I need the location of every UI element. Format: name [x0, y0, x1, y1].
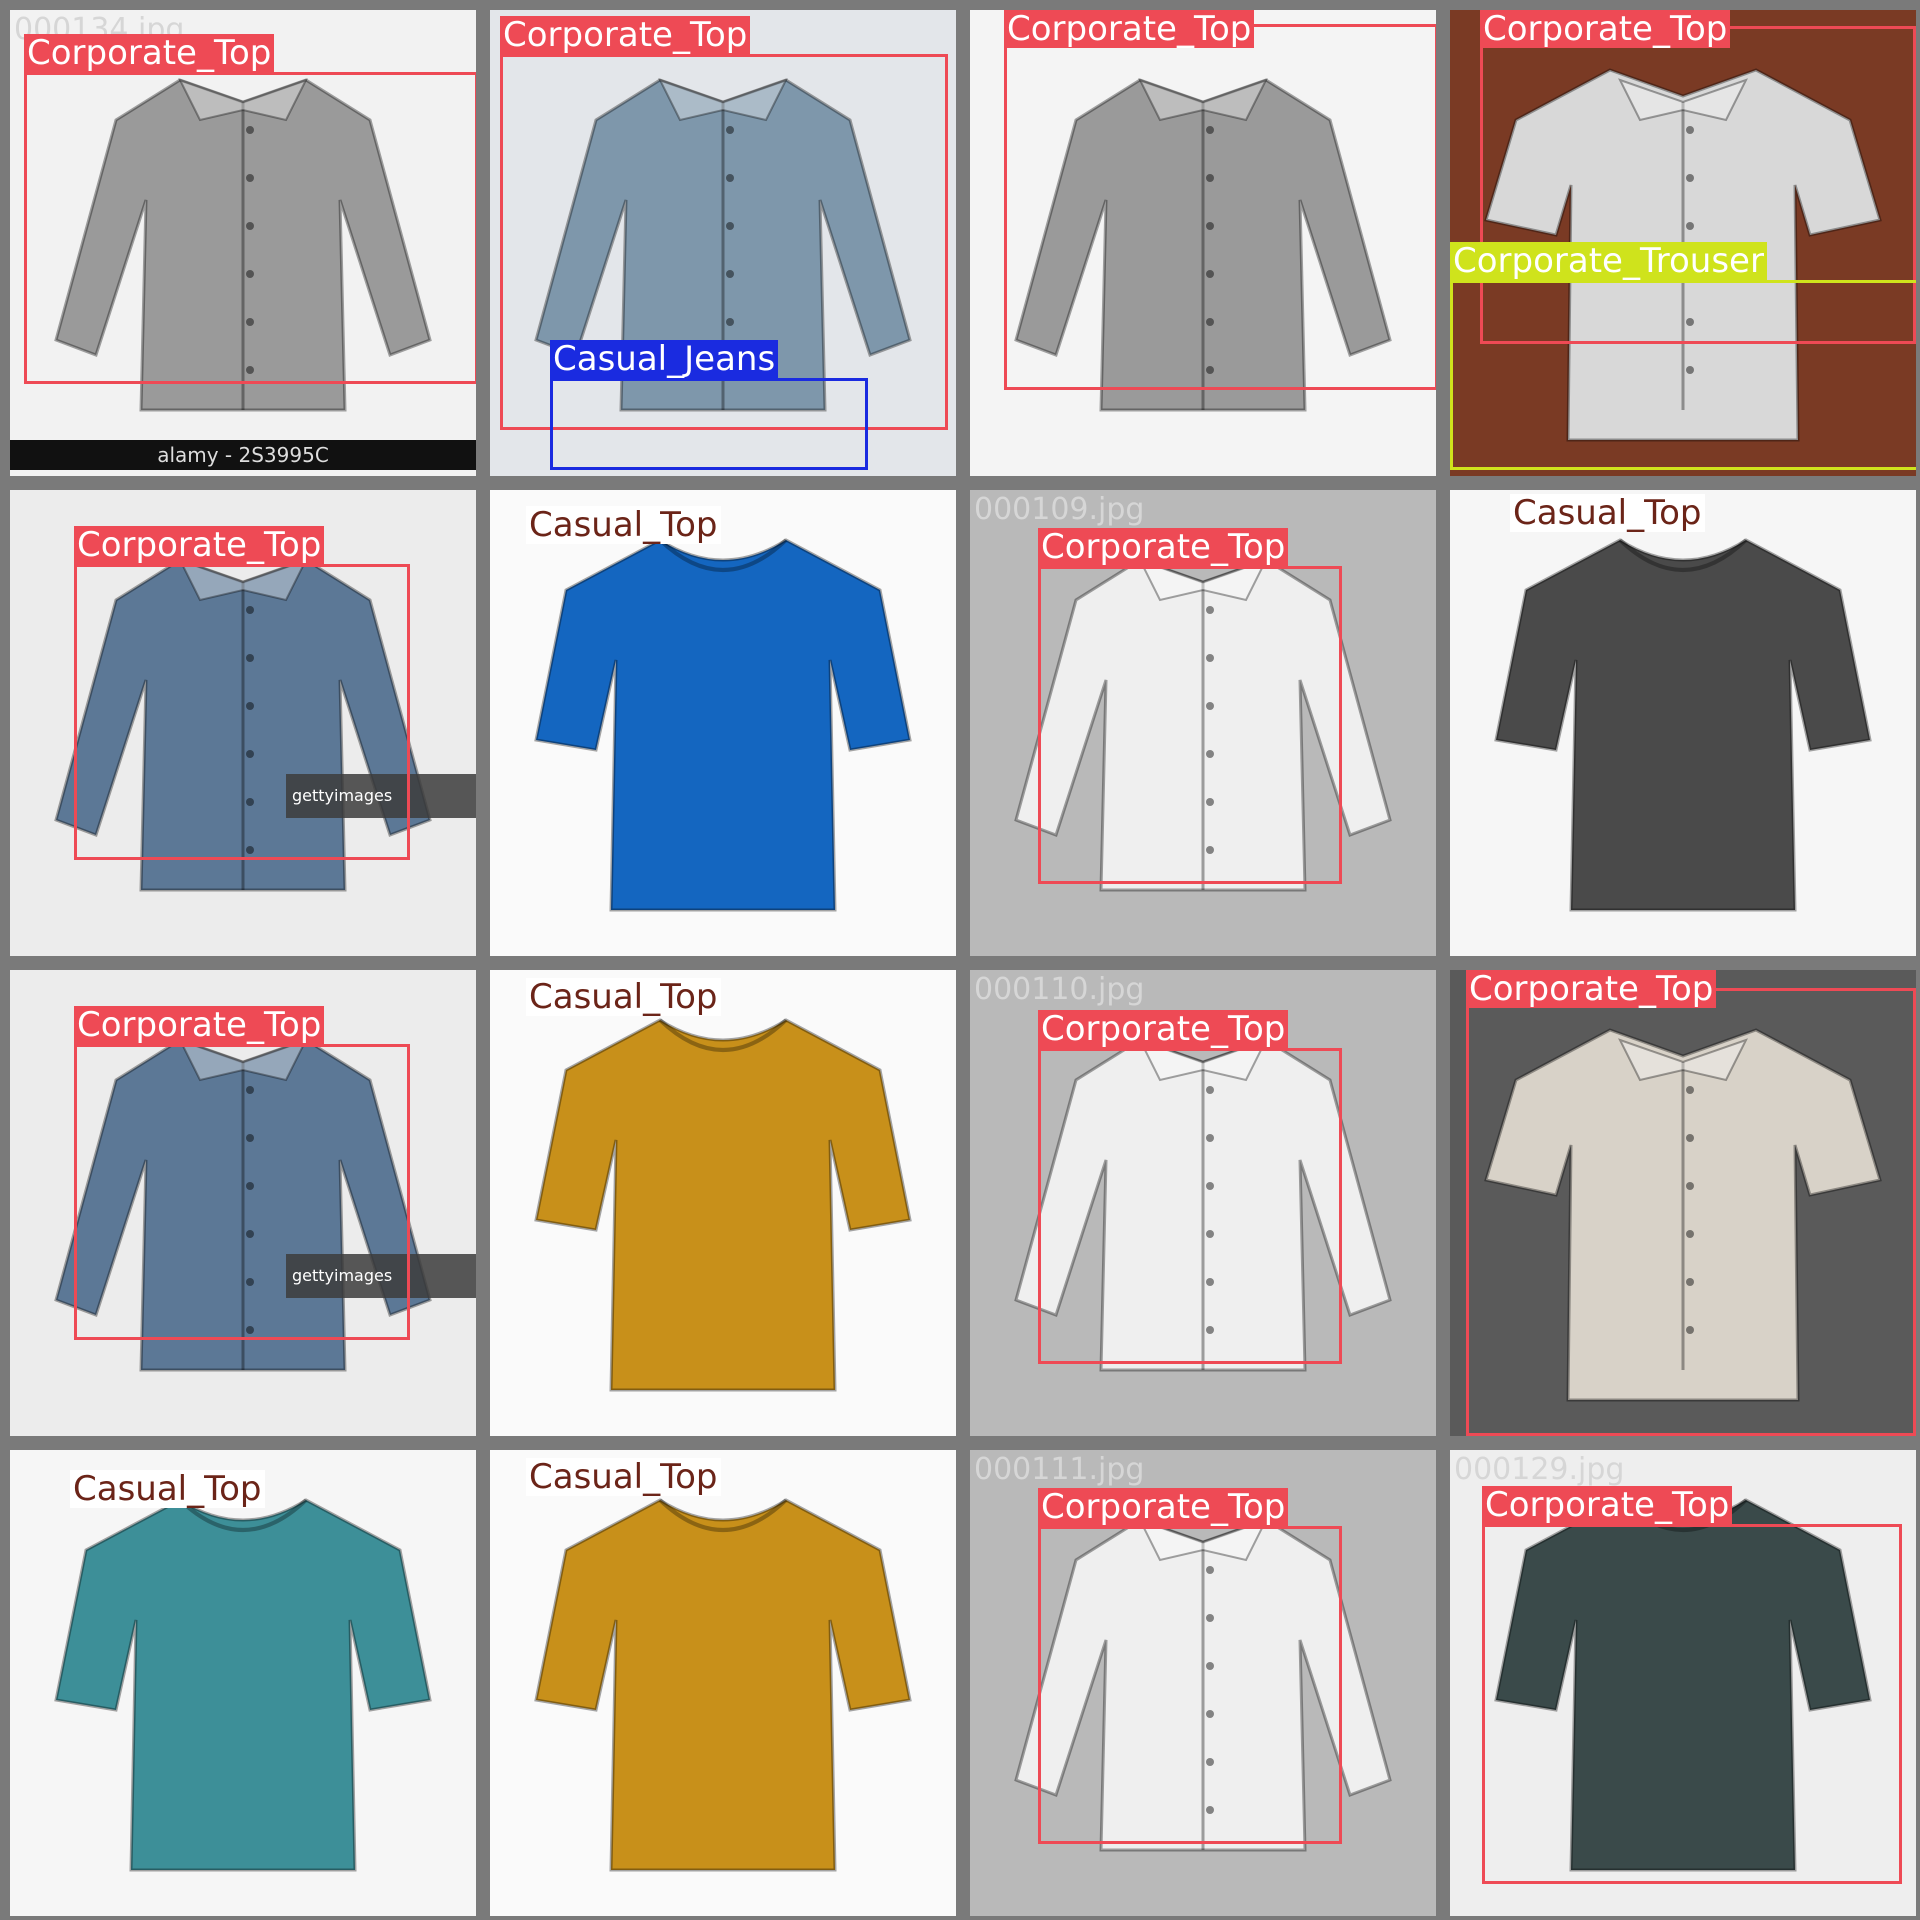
- detection-label: Casual_Jeans: [550, 340, 779, 378]
- image-tile: Corporate_Top: [970, 10, 1436, 476]
- image-tile: Casual_Top: [490, 490, 956, 956]
- detection-label: Corporate_Top: [1038, 528, 1289, 566]
- tshirt-image: [1494, 538, 1872, 912]
- bounding-box: [74, 564, 410, 860]
- detection-label: Corporate_Top: [24, 34, 275, 72]
- bounding-box: [24, 72, 476, 384]
- image-tile: gettyimages Corporate_Top: [10, 490, 476, 956]
- bounding-box: [550, 378, 868, 470]
- detection-label: Corporate_Top: [1038, 1488, 1289, 1526]
- image-tile: 000111.jpg Corporate_Top: [970, 1450, 1436, 1916]
- detection-label: Corporate_Top: [1480, 10, 1731, 48]
- tshirt-image: [534, 1018, 912, 1392]
- bounding-box: [1038, 1048, 1342, 1364]
- image-tile: Casual_Top: [10, 1450, 476, 1916]
- image-tile: 000110.jpg Corporate_Top: [970, 970, 1436, 1436]
- detection-label: Casual_Top: [526, 978, 721, 1016]
- image-filename: 000111.jpg: [974, 1452, 1145, 1487]
- image-tile: Casual_Top: [1450, 490, 1916, 956]
- bounding-box: [1038, 566, 1342, 884]
- tshirt-image: [54, 1498, 432, 1872]
- detection-label: Casual_Top: [70, 1470, 265, 1508]
- image-filename: 000129.jpg: [1454, 1452, 1625, 1487]
- image-tile: Casual_Top: [490, 1450, 956, 1916]
- tshirt-image: [534, 1498, 912, 1872]
- bounding-box: [1482, 1524, 1902, 1884]
- detection-label: Corporate_Top: [74, 526, 325, 564]
- detection-label: Casual_Top: [1510, 494, 1705, 532]
- detection-label: Corporate_Top: [500, 16, 751, 54]
- image-tile: alamy - 2S3995C 000134.jpg Corporate_Top: [10, 10, 476, 476]
- detection-label: Corporate_Top: [1466, 970, 1717, 1008]
- image-tile: 000129.jpg Corporate_Top: [1450, 1450, 1916, 1916]
- image-filename: 000110.jpg: [974, 972, 1145, 1007]
- detection-label: Casual_Top: [526, 506, 721, 544]
- image-tile: Corporate_Top Casual_Jeans: [490, 10, 956, 476]
- image-tile: 000109.jpg Corporate_Top: [970, 490, 1436, 956]
- image-tile: gettyimages Corporate_Top: [10, 970, 476, 1436]
- bounding-box: [74, 1044, 410, 1340]
- detection-label: Corporate_Trouser: [1450, 242, 1767, 280]
- detection-label: Corporate_Top: [74, 1006, 325, 1044]
- watermark-text: alamy - 2S3995C: [10, 440, 476, 470]
- detection-label: Corporate_Top: [1038, 1010, 1289, 1048]
- bounding-box: [1466, 988, 1916, 1436]
- detection-label: Corporate_Top: [1004, 10, 1255, 48]
- mosaic-grid: alamy - 2S3995C 000134.jpg Corporate_Top Co…: [0, 0, 1920, 1920]
- image-tile: Corporate_Top Corporate_Trouser: [1450, 10, 1916, 476]
- detection-label: Casual_Top: [526, 1458, 721, 1496]
- image-tile: Casual_Top: [490, 970, 956, 1436]
- bounding-box: [1038, 1526, 1342, 1844]
- detection-label: Corporate_Top: [1482, 1486, 1733, 1524]
- image-tile: Corporate_Top: [1450, 970, 1916, 1436]
- bounding-box: [1450, 280, 1916, 470]
- image-filename: 000109.jpg: [974, 492, 1145, 527]
- bounding-box: [1004, 24, 1436, 390]
- tshirt-image: [534, 538, 912, 912]
